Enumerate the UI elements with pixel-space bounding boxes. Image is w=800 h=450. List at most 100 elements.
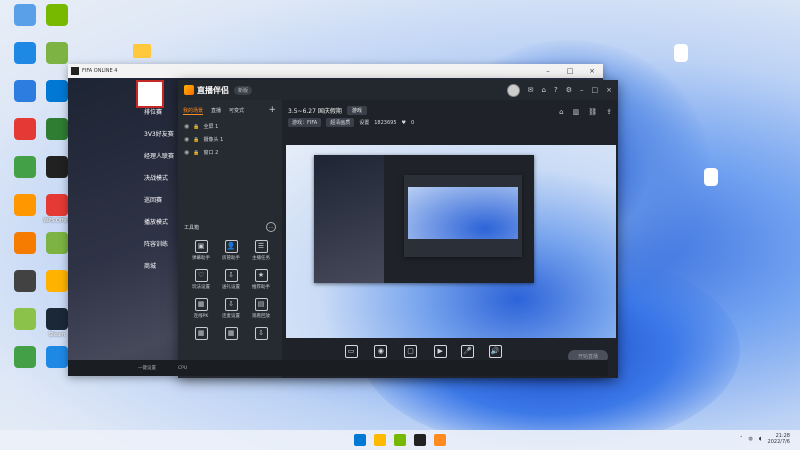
minimize-icon[interactable]: – — [580, 86, 584, 94]
tool-label: 弹幕助手 — [192, 256, 210, 261]
lock-icon[interactable]: 🔒 — [193, 137, 199, 143]
lock-icon[interactable]: 🔒 — [193, 150, 199, 156]
tool-button[interactable]: 👤 房管助手 — [216, 240, 246, 261]
tool-button[interactable]: ☰ 主播任务 — [246, 240, 276, 261]
minimize-button[interactable]: – — [537, 67, 559, 75]
tool-button[interactable]: ⇩ 送礼设置 — [216, 269, 246, 290]
tool-button[interactable]: ▤ 观看回放 — [246, 298, 276, 319]
share-icon[interactable]: ⇪ — [606, 108, 612, 116]
app-icon — [14, 4, 36, 26]
taskbar-live-icon[interactable] — [434, 434, 446, 446]
live-app-window[interactable]: 直播伴侣 新版 ✉ ⌂ ? ⚙ – □ × 我的场景 直播 可变式 + ◉ 🔒 全屏 1… — [178, 80, 618, 378]
tool-icon: ⇩ — [254, 327, 268, 340]
stream-preview[interactable] — [286, 145, 616, 338]
tool-button[interactable]: ★ 推荐助手 — [246, 269, 276, 290]
taskbar-windows-icon[interactable] — [354, 434, 366, 446]
tool-grid: ▣ 弹幕助手 👤 房管助手 ☰ 主播任务 ♡ 玩法设置 ⇩ 送礼设置 ★ 推荐助手 ▦ 连线PK ⇩ 连麦设置… — [186, 240, 276, 342]
tool-label: 连麦设置 — [222, 314, 240, 319]
tab-1[interactable]: 直播 — [211, 107, 221, 115]
scene-item[interactable]: ◉ 🔒 窗口 2 — [178, 146, 282, 159]
network-icon[interactable]: ◍ — [749, 436, 753, 442]
left-panel: 我的场景 直播 可变式 + ◉ 🔒 全屏 1 ◉ 🔒 摄像头 1 ◉ 🔒 窗口 2 工具箱 … ▣ 弹… — [178, 100, 282, 378]
app-icon — [46, 156, 68, 178]
tool-icon: ▤ — [254, 298, 268, 311]
lock-icon[interactable]: 🔒 — [193, 124, 199, 130]
game-window-icon — [71, 67, 79, 75]
quality-select[interactable]: 超清画质 — [326, 118, 355, 127]
maximize-button[interactable]: □ — [559, 67, 581, 75]
scene-item[interactable]: ◉ 🔒 摄像头 1 — [178, 133, 282, 146]
game-window-titlebar[interactable]: FIFA ONLINE 4 – □ × — [68, 64, 603, 78]
status-bar: 一键设置 CPU — [68, 360, 608, 376]
scene-item[interactable]: ◉ 🔒 全屏 1 — [178, 120, 282, 133]
app-icon — [14, 194, 36, 216]
volume-icon[interactable]: ◖ — [759, 436, 762, 442]
maximize-icon[interactable]: □ — [592, 86, 599, 94]
eye-icon[interactable]: ◉ — [184, 149, 189, 156]
desktop-folder-icon[interactable] — [133, 44, 151, 58]
app-icon — [14, 80, 36, 102]
more-icon[interactable]: … — [266, 222, 276, 232]
tool-button[interactable]: ♡ 玩法设置 — [186, 269, 216, 290]
eye-icon[interactable]: ◉ — [184, 123, 189, 130]
system-tray: ˄ ◍ ◖ 21:28 2022/7/6 — [740, 433, 790, 445]
tool-label: 主播任务 — [252, 256, 270, 261]
clock[interactable]: 21:28 2022/7/6 — [768, 433, 790, 445]
desktop-file-icon[interactable] — [688, 168, 734, 188]
tool-label: 观看回放 — [252, 314, 270, 319]
tool-button[interactable]: ▦ — [186, 327, 216, 342]
tab-2[interactable]: 可变式 — [229, 107, 244, 115]
eye-icon[interactable]: ◉ — [184, 136, 189, 143]
tool-icon: ★ — [254, 269, 268, 282]
app-icon — [14, 232, 36, 254]
taskbar-folder-icon[interactable] — [374, 434, 386, 446]
close-icon[interactable]: × — [606, 86, 612, 94]
taskbar-app4-icon[interactable] — [394, 434, 406, 446]
scene-tabs: 我的场景 直播 可变式 — [178, 100, 282, 118]
tool-button[interactable]: ▣ 弹幕助手 — [186, 240, 216, 261]
app-icon — [14, 308, 36, 330]
tool-button[interactable]: ▦ — [216, 327, 246, 342]
desktop-file-icon[interactable] — [658, 44, 704, 64]
game-window-title: FIFA ONLINE 4 — [82, 68, 118, 74]
desktop-icon[interactable] — [34, 42, 80, 66]
chart-icon[interactable]: ▥ — [573, 108, 580, 116]
tool-label: 推荐助手 — [252, 285, 270, 290]
bottom-tool-icon: ◉ — [374, 345, 388, 358]
avatar[interactable] — [506, 83, 520, 97]
room-title[interactable]: 3.5~6.27 国庆假期 — [288, 106, 342, 115]
tool-label: 玩法设置 — [192, 285, 210, 290]
app-icon — [14, 118, 36, 140]
version-badge[interactable]: 新版 — [234, 85, 253, 95]
tool-button[interactable]: ⇩ 连麦设置 — [216, 298, 246, 319]
category-button[interactable]: 游戏：FIFA — [288, 118, 322, 127]
link-icon[interactable]: ⛓ — [588, 108, 597, 116]
setting-link[interactable]: 设置 — [359, 119, 369, 126]
taskbar-obs-icon[interactable] — [414, 434, 426, 446]
close-button[interactable]: × — [581, 67, 603, 75]
app-titlebar[interactable]: 直播伴侣 新版 ✉ ⌂ ? ⚙ – □ × — [178, 80, 618, 100]
tool-icon: ▦ — [194, 327, 208, 340]
app-icon — [46, 42, 68, 64]
chevron-up-icon[interactable]: ˄ — [740, 436, 743, 442]
desktop-icon[interactable] — [34, 4, 80, 28]
app-icon — [46, 4, 68, 26]
room-tag[interactable]: 游戏 — [346, 106, 367, 115]
room-header: 3.5~6.27 国庆假期 游戏 — [288, 106, 367, 115]
tool-label: 房管助手 — [222, 256, 240, 261]
app-name: 直播伴侣 — [197, 85, 229, 95]
taskbar: ˄ ◍ ◖ 21:28 2022/7/6 — [0, 430, 800, 450]
message-icon[interactable]: ✉ — [528, 86, 534, 94]
tool-button[interactable]: ▦ 连线PK — [186, 298, 216, 319]
gift-icon[interactable]: ⌂ — [542, 86, 546, 94]
status-item: 一键设置 — [138, 366, 156, 371]
help-icon[interactable]: ? — [554, 86, 558, 94]
clock-date: 2022/7/6 — [767, 439, 790, 445]
tool-button[interactable]: ⇩ — [246, 327, 276, 342]
tab-0[interactable]: 我的场景 — [183, 107, 204, 115]
bottom-tool-icon: 🎤 — [461, 345, 475, 358]
tool-icon: ⇩ — [224, 269, 238, 282]
gift-box-icon[interactable]: ⌂ — [559, 108, 563, 116]
add-scene-icon[interactable]: + — [268, 105, 276, 115]
settings-icon[interactable]: ⚙ — [566, 86, 572, 94]
